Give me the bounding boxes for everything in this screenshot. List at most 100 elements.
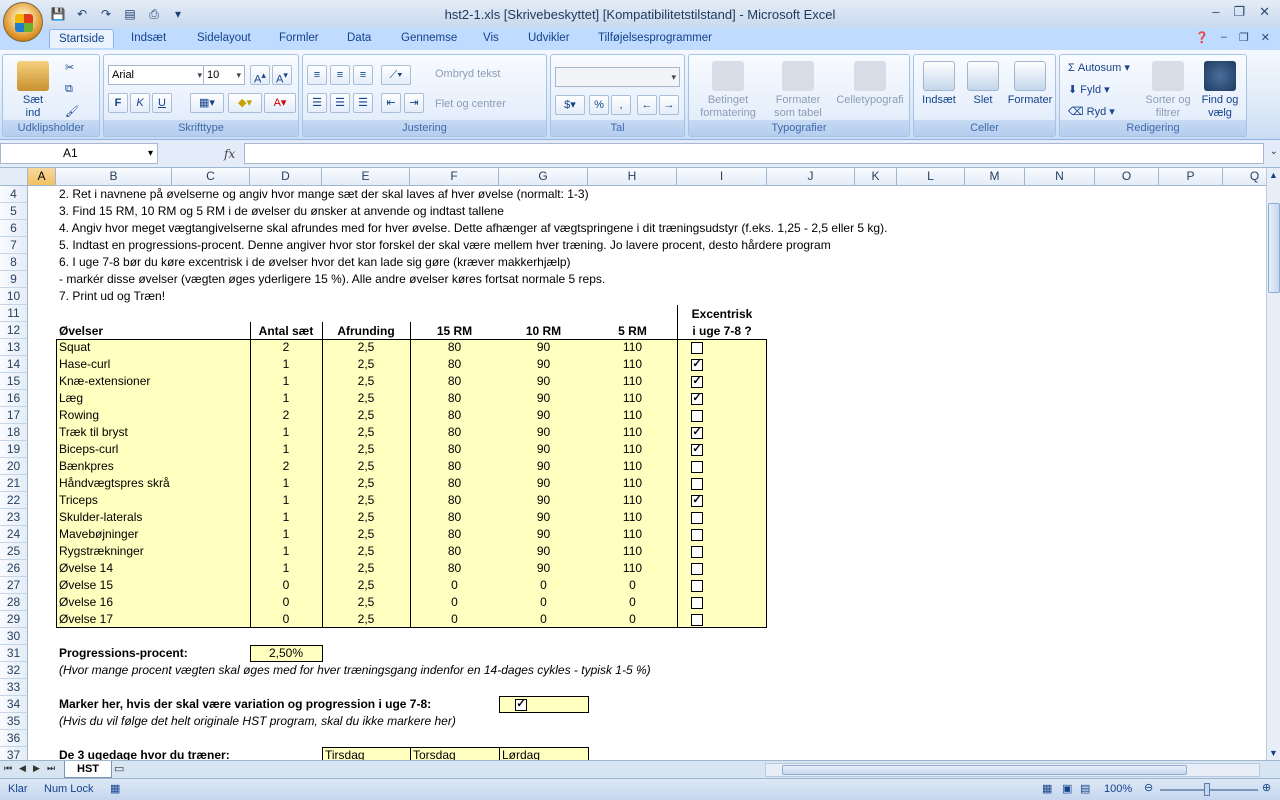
sets-value[interactable]: 0 <box>250 594 322 611</box>
normal-view-icon[interactable]: ▦ <box>1042 782 1052 795</box>
row-header[interactable]: 32 <box>0 662 28 679</box>
orientation-icon[interactable]: ⟋▾ <box>381 65 411 85</box>
rm10-value[interactable]: 90 <box>499 441 588 458</box>
rm10-value[interactable]: 90 <box>499 475 588 492</box>
exercise-name[interactable]: Håndvægtspres skrå <box>59 475 170 492</box>
row-header[interactable]: 11 <box>0 305 28 322</box>
zoom-in-icon[interactable]: ⊕ <box>1262 781 1271 794</box>
row-header[interactable]: 22 <box>0 492 28 509</box>
rm15-value[interactable]: 80 <box>410 509 499 526</box>
rm15-value[interactable]: 80 <box>410 458 499 475</box>
bold-icon[interactable]: F <box>108 93 128 113</box>
eccentric-checkbox[interactable]: ✓ <box>691 495 703 507</box>
worksheet-grid[interactable]: A B C D E F G H I J K L M N O P Q 4 5 6 7 8 9 10 11 12 13 14 15 16 17 1… <box>0 168 1266 760</box>
row-header[interactable]: 12 <box>0 322 28 339</box>
sets-value[interactable]: 1 <box>250 509 322 526</box>
rounding-value[interactable]: 2,5 <box>322 611 410 628</box>
rm10-value[interactable]: 90 <box>499 492 588 509</box>
rounding-value[interactable]: 2,5 <box>322 475 410 492</box>
tab-data[interactable]: Data <box>347 32 371 44</box>
formula-input[interactable] <box>244 143 1264 164</box>
doc-restore-icon[interactable]: ❐ <box>1239 31 1249 44</box>
rm15-value[interactable]: 80 <box>410 543 499 560</box>
zoom-level[interactable]: 100% <box>1104 783 1132 795</box>
sets-value[interactable]: 1 <box>250 356 322 373</box>
autosum-button[interactable]: Σ Autosum ▾ <box>1068 61 1130 74</box>
eccentric-checkbox[interactable] <box>691 580 703 592</box>
column-header[interactable]: Q <box>1223 168 1266 186</box>
rm5-value[interactable]: 110 <box>588 356 677 373</box>
row-header[interactable]: 36 <box>0 730 28 747</box>
column-header[interactable]: A <box>28 168 56 186</box>
eccentric-checkbox[interactable] <box>691 461 703 473</box>
conditional-formatting-button[interactable]: Betinget formatering <box>695 61 761 120</box>
row-header[interactable]: 37 <box>0 747 28 760</box>
training-day-value[interactable]: Torsdag <box>413 747 456 760</box>
insert-cells-button[interactable]: Indsæt <box>918 61 960 107</box>
progression-value[interactable]: 2,50% <box>250 645 322 662</box>
find-select-button[interactable]: Find og vælg <box>1196 61 1244 120</box>
exercise-name[interactable]: Biceps-curl <box>59 441 118 458</box>
exercise-name[interactable]: Øvelse 14 <box>59 560 113 577</box>
rounding-value[interactable]: 2,5 <box>322 356 410 373</box>
rm5-value[interactable]: 110 <box>588 390 677 407</box>
delete-cells-button[interactable]: Slet <box>964 61 1002 107</box>
sets-value[interactable]: 1 <box>250 475 322 492</box>
rm10-value[interactable]: 90 <box>499 458 588 475</box>
column-header[interactable]: M <box>965 168 1025 186</box>
row-header[interactable]: 34 <box>0 696 28 713</box>
column-header[interactable]: G <box>499 168 588 186</box>
exercise-name[interactable]: Squat <box>59 339 90 356</box>
eccentric-checkbox[interactable] <box>691 614 703 626</box>
percent-icon[interactable]: % <box>589 95 609 115</box>
rm5-value[interactable]: 110 <box>588 373 677 390</box>
rm5-value[interactable]: 110 <box>588 475 677 492</box>
minimize-icon[interactable]: – <box>1212 4 1219 20</box>
scroll-up-icon[interactable]: ▲ <box>1269 170 1278 180</box>
horizontal-scrollbar[interactable] <box>765 763 1260 777</box>
align-right-icon[interactable]: ☰ <box>353 93 373 113</box>
column-header[interactable]: N <box>1025 168 1095 186</box>
exercise-name[interactable]: Skulder-laterals <box>59 509 142 526</box>
rounding-value[interactable]: 2,5 <box>322 509 410 526</box>
expand-formula-icon[interactable]: ⌄ <box>1270 146 1278 157</box>
align-bottom-icon[interactable]: ≡ <box>353 65 373 85</box>
sort-filter-button[interactable]: Sorter og filtrer <box>1142 61 1194 120</box>
maximize-icon[interactable]: ❐ <box>1233 4 1245 20</box>
currency-icon[interactable]: $▾ <box>555 95 585 115</box>
row-header[interactable]: 33 <box>0 679 28 696</box>
exercise-name[interactable]: Øvelse 17 <box>59 611 113 628</box>
sets-value[interactable]: 1 <box>250 526 322 543</box>
sets-value[interactable]: 0 <box>250 611 322 628</box>
increase-indent-icon[interactable]: ⇥ <box>404 93 424 113</box>
horizontal-scroll-thumb[interactable] <box>782 765 1187 775</box>
rm5-value[interactable]: 110 <box>588 509 677 526</box>
insert-function-icon[interactable]: fx <box>224 147 235 161</box>
rm5-value[interactable]: 110 <box>588 560 677 577</box>
row-header[interactable]: 17 <box>0 407 28 424</box>
rm15-value[interactable]: 0 <box>410 611 499 628</box>
merge-center-button[interactable]: Flet og centrer <box>435 98 506 110</box>
tab-tilfoejelsesprogrammer[interactable]: Tilføjelsesprogrammer <box>598 32 712 44</box>
close-icon[interactable]: ✕ <box>1259 4 1270 20</box>
row-header[interactable]: 18 <box>0 424 28 441</box>
row-header[interactable]: 27 <box>0 577 28 594</box>
rm10-value[interactable]: 90 <box>499 526 588 543</box>
rm15-value[interactable]: 80 <box>410 492 499 509</box>
sets-value[interactable]: 1 <box>250 424 322 441</box>
row-header[interactable]: 23 <box>0 509 28 526</box>
macro-record-icon[interactable]: ▦ <box>110 782 120 795</box>
cell-styles-button[interactable]: Celletypografi <box>833 61 907 107</box>
rounding-value[interactable]: 2,5 <box>322 543 410 560</box>
column-header[interactable]: F <box>410 168 499 186</box>
number-format-select[interactable] <box>555 67 680 87</box>
row-header[interactable]: 14 <box>0 356 28 373</box>
row-header[interactable]: 24 <box>0 526 28 543</box>
rm5-value[interactable]: 110 <box>588 543 677 560</box>
exercise-name[interactable]: Hase-curl <box>59 356 110 373</box>
decrease-indent-icon[interactable]: ⇤ <box>381 93 401 113</box>
rm5-value[interactable]: 110 <box>588 458 677 475</box>
format-as-table-button[interactable]: Formater som tabel <box>765 61 831 120</box>
row-header[interactable]: 5 <box>0 203 28 220</box>
fill-color-icon[interactable]: ◆▾ <box>228 93 262 113</box>
